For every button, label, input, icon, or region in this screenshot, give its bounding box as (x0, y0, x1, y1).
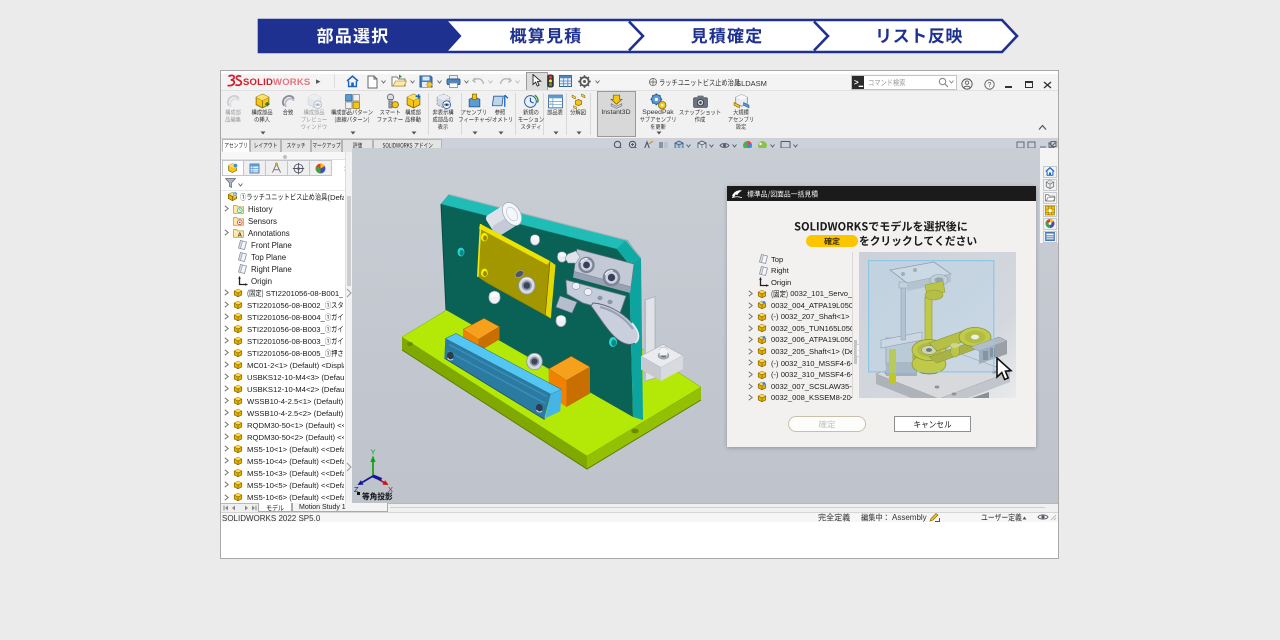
svg-text:Y: Y (371, 448, 376, 457)
svg-text:A: A (238, 232, 243, 238)
svg-text:X: X (388, 485, 393, 494)
svg-text:?: ? (988, 81, 992, 88)
